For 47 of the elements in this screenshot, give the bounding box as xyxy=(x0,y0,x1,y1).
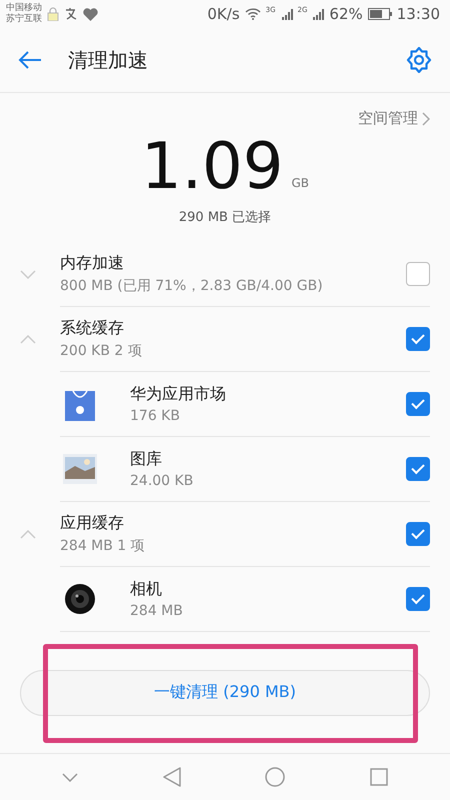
chevron-down-icon[interactable] xyxy=(62,772,78,782)
signal-icon xyxy=(312,8,324,20)
signal-icon xyxy=(280,8,293,20)
category-detail: 800 MB (已用 71%，2.83 GB/4.00 GB) xyxy=(60,277,324,296)
chevron-up-icon[interactable] xyxy=(20,335,36,344)
heart-icon xyxy=(83,8,98,20)
app-cache-size: 24.00 KB xyxy=(130,473,194,490)
carrier-name: 苏宁互联 xyxy=(6,14,42,25)
checkbox[interactable] xyxy=(406,392,430,416)
camera-lens-icon xyxy=(64,583,96,616)
category-title: 系统缓存 xyxy=(60,318,125,340)
checkbox[interactable] xyxy=(406,587,430,612)
wifi-icon xyxy=(244,8,261,20)
category-title: 内存加速 xyxy=(60,253,125,274)
app-cache-size: 176 KB xyxy=(130,408,181,424)
lock-icon xyxy=(47,7,59,21)
space-management-link[interactable]: 空间管理 xyxy=(358,109,418,128)
category-title: 应用缓存 xyxy=(60,513,125,534)
clean-button[interactable]: 一键清理 (290 MB) xyxy=(20,670,430,716)
network-speed: 0K/s xyxy=(207,5,240,23)
category-detail: 200 KB 2 项 xyxy=(60,342,143,360)
checkbox[interactable] xyxy=(406,522,430,546)
battery-percent: 62% xyxy=(329,5,363,23)
home-icon[interactable] xyxy=(265,767,286,787)
category-detail: 284 MB 1 项 xyxy=(60,537,146,556)
selected-size: 290 MB 已选择 xyxy=(178,209,272,226)
back-arrow-icon[interactable] xyxy=(18,50,42,70)
app-name: 图库 xyxy=(130,449,163,470)
app-name: 相机 xyxy=(130,579,163,600)
amount-unit: GB xyxy=(291,176,310,190)
chevron-down-icon[interactable] xyxy=(20,270,36,280)
settings-icon[interactable] xyxy=(406,47,432,73)
translate-icon xyxy=(64,7,78,21)
page-title: 清理加速 xyxy=(68,46,149,74)
chevron-right-icon xyxy=(422,112,430,126)
battery-icon xyxy=(368,8,392,20)
checkbox[interactable] xyxy=(406,327,430,352)
chevron-up-icon[interactable] xyxy=(20,530,36,540)
checkbox[interactable] xyxy=(406,262,430,286)
checkbox[interactable] xyxy=(406,457,430,482)
app-cache-size: 284 MB xyxy=(130,603,184,620)
cleanable-amount: 1.09 xyxy=(140,132,284,202)
recents-icon[interactable] xyxy=(370,768,388,786)
carrier-name: 中国移动 xyxy=(6,3,42,14)
clock: 13:30 xyxy=(396,5,440,23)
app-name: 华为应用市场 xyxy=(130,384,227,406)
back-icon[interactable] xyxy=(162,767,181,787)
